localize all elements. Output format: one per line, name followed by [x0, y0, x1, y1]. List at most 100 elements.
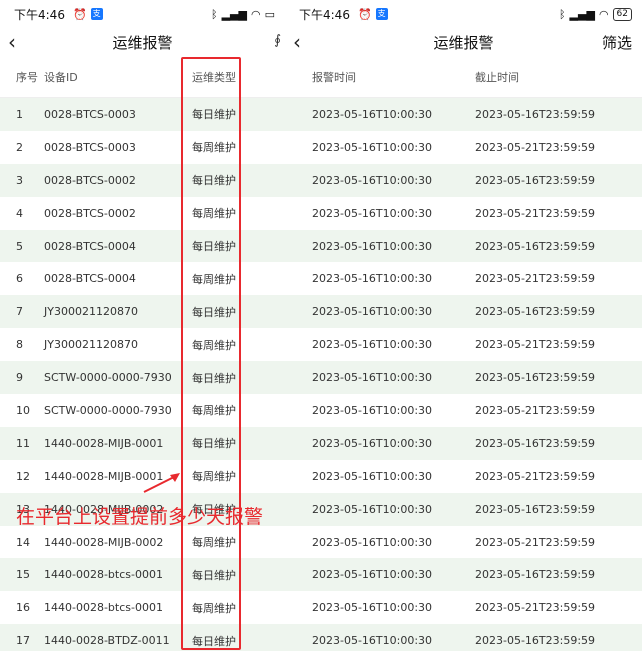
table-row[interactable]: 14 1440-0028-MIJB-0002 每周维护 [0, 526, 285, 559]
row-maintenance-type: 每日维护 [192, 437, 236, 451]
table-row[interactable]: 2023-05-16T10:00:30 2023-05-21T23:59:59 [285, 591, 642, 624]
header-index: 序号 [16, 70, 38, 84]
row-deadline: 2023-05-21T23:59:59 [475, 206, 596, 220]
table-row[interactable]: 2023-05-16T10:00:30 2023-05-21T23:59:59 [285, 131, 642, 164]
row-deadline: 2023-05-16T23:59:59 [475, 502, 596, 516]
annotation-text: 在平台上设置提前多少天报警 [16, 506, 264, 528]
table-row[interactable]: 2023-05-16T10:00:30 2023-05-16T23:59:59 [285, 492, 642, 526]
row-maintenance-type: 每日维护 [192, 240, 236, 253]
row-deadline: 2023-05-16T23:59:59 [475, 107, 596, 121]
header-type: 运维类型 [192, 70, 236, 84]
row-deadline: 2023-05-16T23:59:59 [475, 436, 596, 450]
row-deadline: 2023-05-21T23:59:59 [475, 403, 596, 417]
table-row[interactable]: 2023-05-16T10:00:30 2023-05-16T23:59:59 [285, 624, 642, 651]
alarm-icon: ⏰ [72, 7, 87, 21]
table-row[interactable]: 2023-05-16T10:00:30 2023-05-21T23:59:59 [285, 262, 642, 295]
row-index: 2 [16, 140, 23, 154]
row-index: 7 [16, 305, 23, 319]
row-deadline: 2023-05-21T23:59:59 [475, 272, 596, 286]
table-row[interactable]: 8 JY300021120870 每周维护 [0, 328, 285, 361]
table-row[interactable]: 2023-05-16T10:00:30 2023-05-16T23:59:59 [285, 98, 642, 131]
row-device-id: JY300021120870 [44, 305, 138, 319]
table-row[interactable]: 2023-05-16T10:00:30 2023-05-16T23:59:59 [285, 295, 642, 329]
header-device: 设备ID [44, 70, 78, 84]
table-row[interactable]: 5 0028-BTCS-0004 每日维护 [0, 229, 285, 263]
row-report-time: 2023-05-16T10:00:30 [312, 601, 433, 615]
signal-icon: ▂▄▆ [569, 7, 595, 21]
row-report-time: 2023-05-16T10:00:30 [312, 502, 433, 516]
table-row[interactable]: 2023-05-16T10:00:30 2023-05-16T23:59:59 [285, 361, 642, 395]
filter-button[interactable]: 筛选 [602, 32, 632, 53]
row-index: 10 [16, 403, 30, 417]
row-index: 17 [16, 634, 30, 648]
table-row[interactable]: 2023-05-16T10:00:30 2023-05-21T23:59:59 [285, 394, 642, 427]
row-deadline: 2023-05-16T23:59:59 [475, 173, 596, 187]
table-row[interactable]: 6 0028-BTCS-0004 每周维护 [0, 262, 285, 295]
row-deadline: 2023-05-21T23:59:59 [475, 338, 596, 352]
row-index: 5 [16, 239, 23, 253]
table-row[interactable]: 2023-05-16T10:00:30 2023-05-16T23:59:59 [285, 229, 642, 263]
row-device-id: 1440-0028-MIJB-0001 [44, 436, 164, 450]
bluetooth-icon: ᛒ [558, 7, 566, 21]
table-row[interactable]: 2023-05-16T10:00:30 2023-05-21T23:59:59 [285, 328, 642, 361]
row-index: 3 [16, 173, 23, 187]
row-device-id: SCTW-0000-0000-7930 [44, 403, 172, 417]
row-report-time: 2023-05-16T10:00:30 [312, 436, 433, 450]
table-row[interactable]: 1 0028-BTCS-0003 每日维护 [0, 98, 285, 131]
table-row[interactable]: 2023-05-16T10:00:30 2023-05-21T23:59:59 [285, 526, 642, 559]
status-time: 下午4:46 [299, 7, 350, 22]
page-title: 运维报警 [112, 33, 173, 52]
row-maintenance-type: 每日维护 [192, 305, 236, 319]
row-report-time: 2023-05-16T10:00:30 [312, 338, 433, 352]
table-row[interactable]: 2023-05-16T10:00:30 2023-05-16T23:59:59 [285, 558, 642, 592]
table-row[interactable]: 2023-05-16T10:00:30 2023-05-21T23:59:59 [285, 460, 642, 493]
left-table-body: 1 0028-BTCS-0003 每日维护 2 0028-BTCS-0003 每周维护 3 0… [0, 98, 285, 651]
row-maintenance-type: 每日维护 [192, 568, 236, 582]
table-row[interactable]: 2023-05-16T10:00:30 2023-05-21T23:59:59 [285, 197, 642, 230]
alarm-icon: ⏰ [357, 7, 372, 21]
table-row[interactable]: 15 1440-0028-btcs-0001 每日维护 [0, 558, 285, 592]
row-report-time: 2023-05-16T10:00:30 [312, 107, 433, 121]
row-index: 6 [16, 272, 23, 286]
table-row[interactable]: 10 SCTW-0000-0000-7930 每周维护 [0, 394, 285, 427]
wifi-icon: ◠ [598, 7, 609, 21]
row-device-id: 0028-BTCS-0003 [44, 140, 136, 154]
row-device-id: 0028-BTCS-0004 [44, 272, 136, 286]
row-report-time: 2023-05-16T10:00:30 [312, 305, 433, 319]
table-row[interactable]: 17 1440-0028-BTDZ-0011 每日维护 [0, 624, 285, 651]
nav-bar: ‹ 运维报警 ∮ [0, 28, 285, 56]
table-row[interactable]: 4 0028-BTCS-0002 每周维护 [0, 197, 285, 230]
filter-button-clipped[interactable]: ∮ [274, 33, 281, 48]
right-table-body: 2023-05-16T10:00:30 2023-05-16T23:59:59 20… [285, 98, 642, 651]
row-deadline: 2023-05-16T23:59:59 [475, 634, 596, 648]
back-arrow-icon[interactable]: ‹ [8, 30, 16, 54]
row-index: 11 [16, 436, 30, 450]
row-maintenance-type: 每周维护 [192, 601, 236, 615]
table-row[interactable]: 3 0028-BTCS-0002 每日维护 [0, 163, 285, 197]
row-maintenance-type: 每日维护 [192, 634, 236, 648]
row-index: 12 [16, 469, 30, 483]
row-device-id: 0028-BTCS-0004 [44, 239, 136, 253]
table-header: 报警时间 截止时间 [285, 56, 642, 98]
row-maintenance-type: 每周维护 [192, 272, 236, 286]
row-maintenance-type: 每周维护 [192, 141, 236, 155]
row-maintenance-type: 每周维护 [192, 536, 236, 550]
table-row[interactable]: 2 0028-BTCS-0003 每周维护 [0, 131, 285, 164]
status-bar: 下午4:46 ⏰ 支 ᛒ ▂▄▆ ◠ ▭ [0, 0, 285, 28]
table-row[interactable]: 7 JY300021120870 每日维护 [0, 295, 285, 329]
back-arrow-icon[interactable]: ‹ [293, 30, 301, 54]
table-row[interactable]: 16 1440-0028-btcs-0001 每周维护 [0, 591, 285, 624]
table-row[interactable]: 9 SCTW-0000-0000-7930 每日维护 [0, 361, 285, 395]
table-row[interactable]: 2023-05-16T10:00:30 2023-05-16T23:59:59 [285, 163, 642, 197]
table-row[interactable]: 2023-05-16T10:00:30 2023-05-16T23:59:59 [285, 426, 642, 460]
status-bar: 下午4:46 ⏰ 支 ᛒ ▂▄▆ ◠ 62 [285, 0, 642, 28]
row-index: 1 [16, 107, 23, 121]
row-device-id: JY300021120870 [44, 338, 138, 352]
row-index: 15 [16, 568, 30, 582]
table-row[interactable]: 11 1440-0028-MIJB-0001 每日维护 [0, 426, 285, 460]
app-notification-icon: 支 [375, 8, 388, 20]
row-device-id: SCTW-0000-0000-7930 [44, 371, 172, 385]
row-deadline: 2023-05-16T23:59:59 [475, 371, 596, 385]
row-deadline: 2023-05-21T23:59:59 [475, 469, 596, 483]
annotation-arrow-icon [143, 473, 180, 493]
